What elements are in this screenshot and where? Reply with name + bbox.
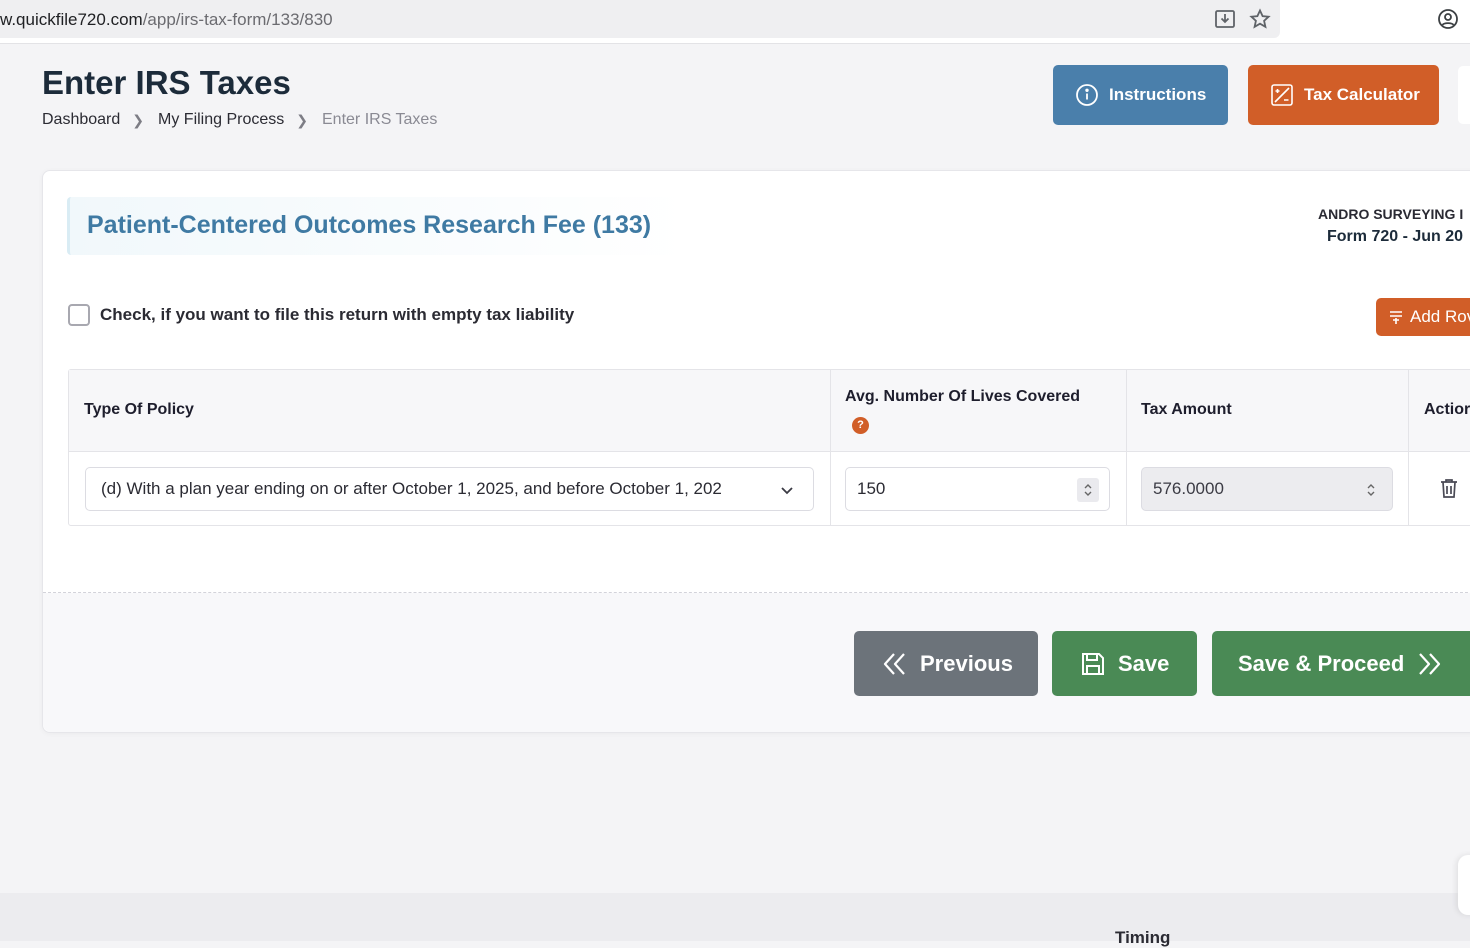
floppy-disk-icon <box>1080 651 1106 677</box>
extra-header-button[interactable] <box>1458 66 1470 124</box>
policy-type-select[interactable]: (d) With a plan year ending on or after … <box>85 467 814 511</box>
empty-liability-row: Check, if you want to file this return w… <box>68 304 574 326</box>
header-tax-amount: Tax Amount <box>1141 401 1232 418</box>
column-divider <box>1408 370 1409 525</box>
breadcrumb-filing-process[interactable]: My Filing Process <box>158 111 284 129</box>
chevron-down-icon <box>779 482 795 498</box>
lives-covered-input[interactable]: 150 <box>845 467 1110 511</box>
bottom-section <box>0 893 1470 941</box>
add-row-button[interactable]: Add Rov <box>1376 298 1470 336</box>
save-label: Save <box>1118 650 1170 676</box>
url-text[interactable]: w.quickfile720.com/app/irs-tax-form/133/… <box>0 10 333 30</box>
browser-toolbar: w.quickfile720.com/app/irs-tax-form/133/… <box>0 0 1470 44</box>
double-chevron-right-icon <box>1416 651 1442 677</box>
add-row-icon <box>1388 309 1404 325</box>
empty-liability-label[interactable]: Check, if you want to file this return w… <box>100 305 574 325</box>
trash-icon[interactable] <box>1438 477 1460 499</box>
table-header <box>69 370 1470 452</box>
calculator-icon <box>1270 83 1294 107</box>
form-period: Form 720 - Jun 20 <box>1327 228 1464 245</box>
info-icon <box>1075 83 1099 107</box>
tax-amount-input: 576.0000 <box>1141 467 1393 511</box>
instructions-label: Instructions <box>1109 85 1207 104</box>
spinner-icon[interactable] <box>1077 478 1099 502</box>
help-icon[interactable]: ? <box>852 417 869 434</box>
download-icon[interactable] <box>1214 8 1236 30</box>
breadcrumb-dashboard[interactable]: Dashboard <box>42 111 120 129</box>
profile-icon[interactable] <box>1437 8 1459 30</box>
breadcrumb: Dashboard ❯ My Filing Process ❯ Enter IR… <box>42 111 437 129</box>
tax-amount-value: 576.0000 <box>1153 479 1224 498</box>
previous-label: Previous <box>920 650 1013 676</box>
timing-heading: Timing <box>1115 928 1171 947</box>
chevron-right-icon: ❯ <box>296 111 308 128</box>
tax-calculator-label: Tax Calculator <box>1304 85 1420 104</box>
address-bar[interactable]: w.quickfile720.com/app/irs-tax-form/133/… <box>0 0 1280 38</box>
policy-type-value: (d) With a plan year ending on or after … <box>101 479 722 498</box>
add-row-label: Add Rov <box>1410 307 1470 326</box>
lives-covered-value: 150 <box>857 479 886 498</box>
policy-table: Type Of Policy Avg. Number Of Lives Cove… <box>68 369 1470 526</box>
floating-widget[interactable] <box>1458 855 1470 915</box>
save-and-proceed-label: Save & Proceed <box>1238 650 1405 676</box>
save-and-proceed-button[interactable]: Save & Proceed <box>1212 631 1470 696</box>
save-button[interactable]: Save <box>1052 631 1197 696</box>
column-divider <box>1126 370 1127 525</box>
url-host: w.quickfile720.com <box>0 10 143 29</box>
chevron-right-icon: ❯ <box>132 111 145 128</box>
star-icon[interactable] <box>1249 8 1271 30</box>
empty-liability-checkbox[interactable] <box>68 304 90 326</box>
header-action: Actior <box>1424 401 1470 418</box>
spinner-icon <box>1360 478 1382 502</box>
page-title: Enter IRS Taxes <box>42 64 291 101</box>
section-title: Patient-Centered Outcomes Research Fee (… <box>87 211 652 239</box>
column-divider <box>830 370 831 525</box>
double-chevron-left-icon <box>882 651 908 677</box>
breadcrumb-current: Enter IRS Taxes <box>322 111 438 128</box>
header-lives-covered: Avg. Number Of Lives Covered <box>845 388 1081 405</box>
header-type-of-policy: Type Of Policy <box>84 401 194 418</box>
company-name: ANDRO SURVEYING I <box>1318 206 1464 222</box>
tax-calculator-button[interactable]: Tax Calculator <box>1248 65 1439 125</box>
previous-button[interactable]: Previous <box>854 631 1038 696</box>
url-path: /app/irs-tax-form/133/830 <box>142 10 333 29</box>
footer-divider <box>43 592 1470 593</box>
section-title-box: Patient-Centered Outcomes Research Fee (… <box>67 197 687 255</box>
instructions-button[interactable]: Instructions <box>1053 65 1228 125</box>
